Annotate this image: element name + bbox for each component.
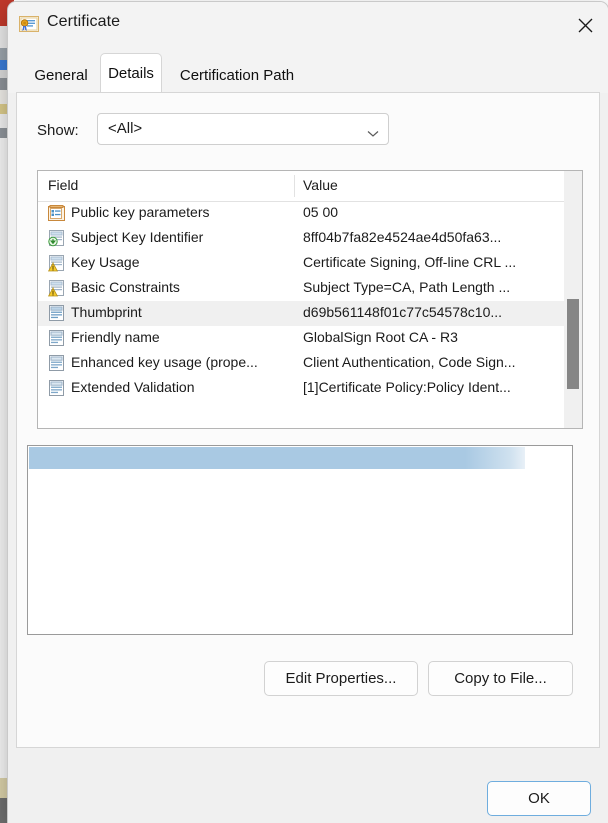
list-rows: Public key parameters 05 00 Subject Key … — [38, 201, 564, 401]
table-row[interactable]: Thumbprint d69b561148f01c77c54578c10... — [38, 301, 564, 326]
button-label: Copy to File... — [454, 670, 547, 687]
blue-doc-icon — [48, 380, 65, 397]
tab-details[interactable]: Details — [100, 53, 162, 93]
row-field-value: 8ff04b7fa82e4524ae4d50fa63... — [303, 229, 502, 245]
table-row[interactable]: Subject Key Identifier 8ff04b7fa82e4524a… — [38, 226, 564, 251]
row-field-value: 05 00 — [303, 204, 339, 220]
row-field-value: Subject Type=CA, Path Length ... — [303, 279, 511, 295]
table-row[interactable]: Extended Validation [1]Certificate Polic… — [38, 376, 564, 401]
column-divider — [294, 175, 295, 197]
certificate-field-list[interactable]: Field Value Public key parameters 05 00 … — [37, 170, 583, 429]
tab-label: Certification Path — [179, 67, 295, 84]
tab-strip: General Details Certification Path — [8, 48, 608, 93]
row-field-name: Thumbprint — [71, 304, 142, 320]
tab-label: General — [34, 67, 88, 84]
tab-general[interactable]: General — [22, 58, 100, 93]
show-filter-dropdown[interactable]: <All> — [97, 113, 389, 145]
row-field-name: Extended Validation — [71, 379, 195, 395]
row-field-value: [1]Certificate Policy:Policy Ident... — [303, 379, 511, 395]
row-field-name: Key Usage — [71, 254, 140, 270]
row-field-value: d69b561148f01c77c54578c10... — [303, 304, 503, 320]
warning-doc-icon — [47, 280, 65, 297]
table-row[interactable]: Friendly name GlobalSign Root CA - R3 — [38, 326, 564, 351]
row-field-name: Public key parameters — [71, 204, 210, 220]
show-label: Show: — [37, 122, 79, 139]
tab-certification-path[interactable]: Certification Path — [162, 58, 312, 93]
table-row[interactable]: Enhanced key usage (prope... Client Auth… — [38, 351, 564, 376]
certificate-icon — [19, 16, 39, 34]
list-scrollbar-thumb[interactable] — [567, 299, 579, 389]
ok-button[interactable]: OK — [487, 781, 591, 816]
detail-selection-highlight — [29, 447, 525, 469]
table-row[interactable]: Public key parameters 05 00 — [38, 201, 564, 226]
row-field-name: Enhanced key usage (prope... — [71, 354, 258, 370]
certificate-dialog: Certificate General Details Certificatio… — [8, 2, 608, 823]
edit-properties-button[interactable]: Edit Properties... — [264, 661, 418, 696]
details-panel: Show: <All> Field Value Public key param… — [16, 92, 600, 748]
dialog-footer: OK — [8, 748, 608, 823]
blue-doc-icon — [48, 330, 65, 347]
copy-to-file-button[interactable]: Copy to File... — [428, 661, 573, 696]
table-row[interactable]: Key Usage Certificate Signing, Off-line … — [38, 251, 564, 276]
row-field-value: GlobalSign Root CA - R3 — [303, 329, 458, 345]
list-header: Field Value — [38, 171, 582, 202]
row-field-value: Client Authentication, Code Sign... — [303, 354, 516, 370]
row-field-name: Subject Key Identifier — [71, 229, 204, 245]
tab-label: Details — [108, 65, 154, 82]
properties-doc-icon — [48, 205, 65, 222]
warning-doc-icon — [47, 255, 65, 272]
blue-doc-icon — [48, 355, 65, 372]
list-scrollbar[interactable] — [564, 171, 582, 428]
blue-doc-icon — [48, 305, 65, 322]
table-row[interactable]: Basic Constraints Subject Type=CA, Path … — [38, 276, 564, 301]
title-bar: Certificate — [8, 2, 608, 48]
button-label: OK — [528, 790, 550, 807]
field-detail-textbox[interactable] — [27, 445, 573, 635]
button-label: Edit Properties... — [285, 670, 397, 687]
column-header-field[interactable]: Field — [48, 177, 78, 193]
key-identifier-icon — [48, 230, 65, 247]
row-field-name: Friendly name — [71, 329, 160, 345]
close-icon[interactable] — [562, 2, 608, 48]
column-header-value[interactable]: Value — [303, 177, 338, 193]
chevron-down-icon — [367, 125, 379, 143]
window-title: Certificate — [47, 13, 121, 30]
show-filter-value: <All> — [108, 120, 143, 137]
row-field-name: Basic Constraints — [71, 279, 180, 295]
row-field-value: Certificate Signing, Off-line CRL ... — [303, 254, 517, 270]
